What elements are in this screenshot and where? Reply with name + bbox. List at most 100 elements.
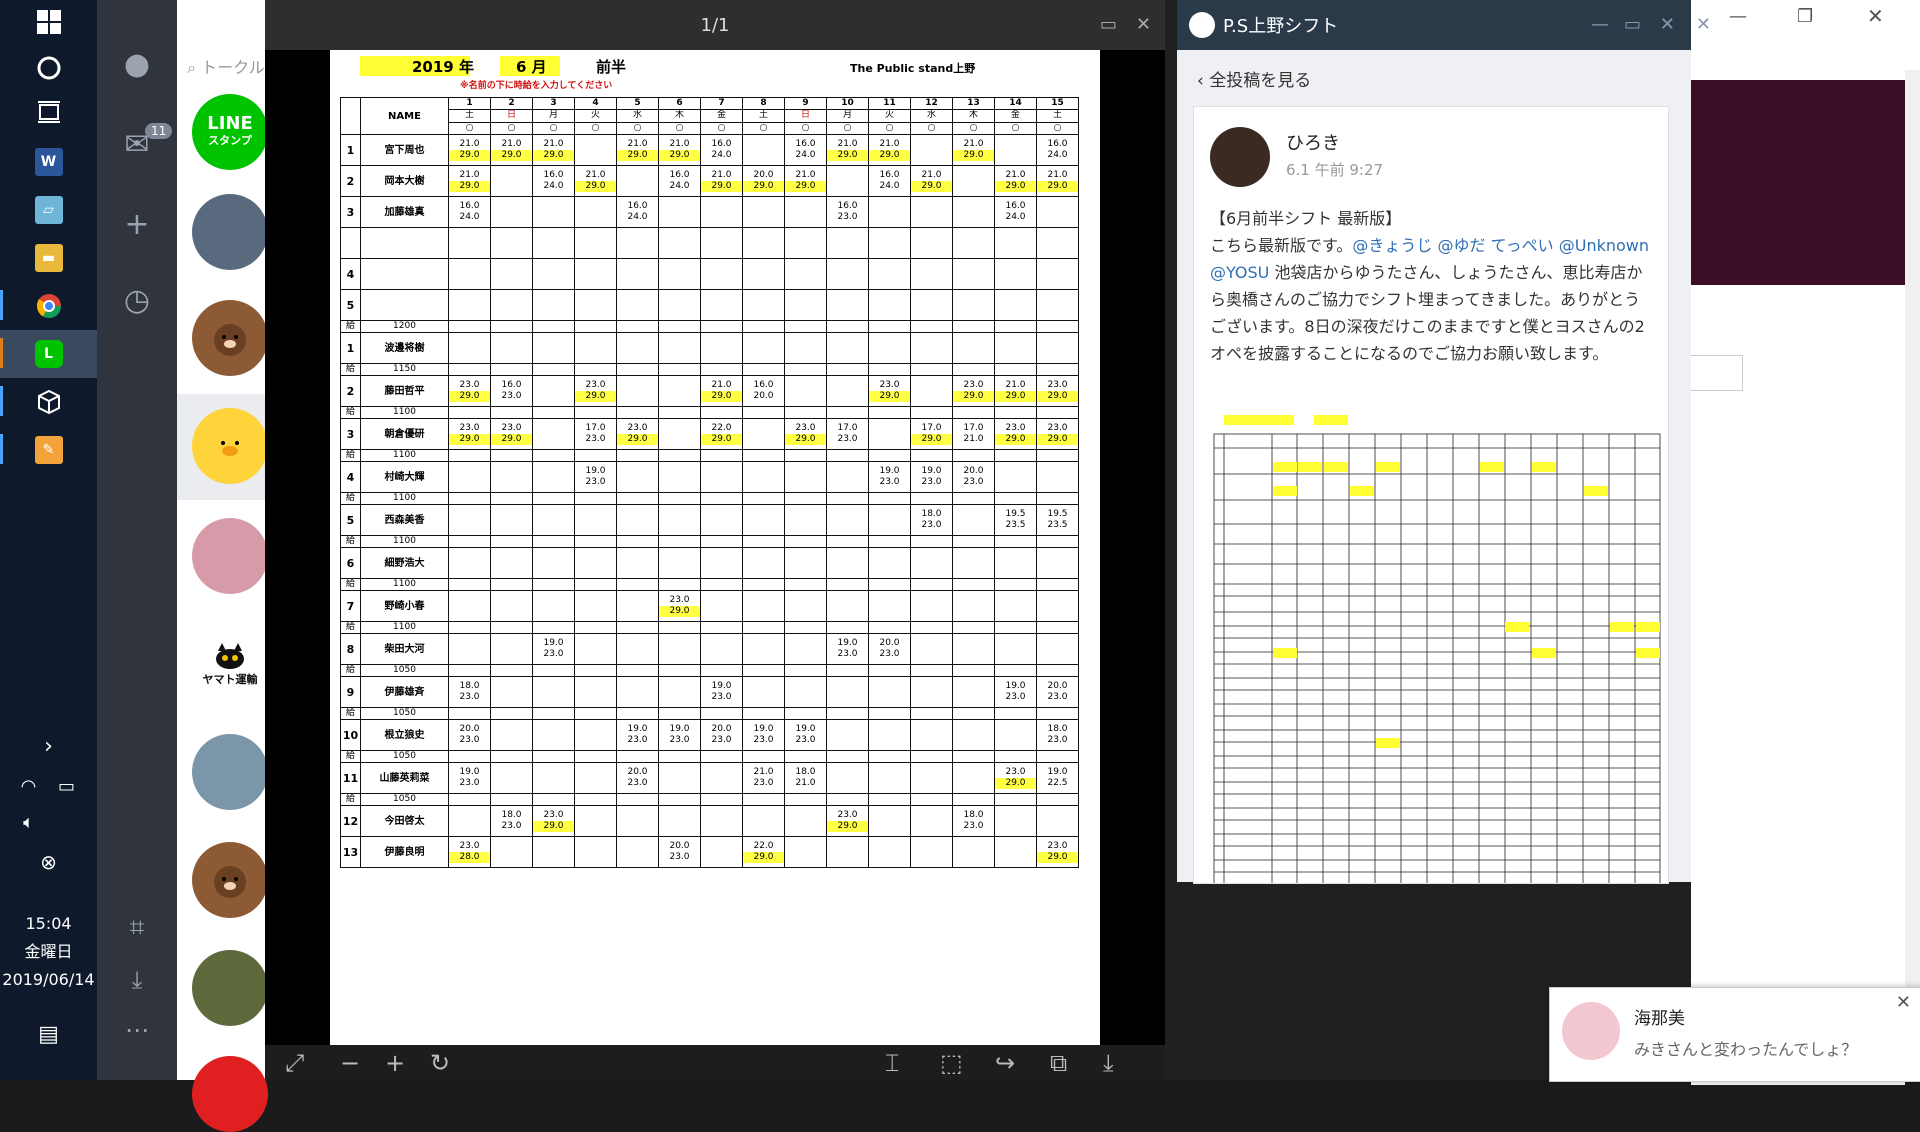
- mention-link[interactable]: @ゆだ てっぺい: [1438, 236, 1554, 255]
- more-icon[interactable]: ⋯: [97, 1000, 177, 1060]
- shift-start: 21.0: [1005, 380, 1026, 390]
- download-icon[interactable]: ⤓: [1103, 1049, 1114, 1077]
- system-clock[interactable]: 15:04 金曜日 2019/06/14: [0, 910, 97, 994]
- chevron-right-icon[interactable]: ›: [0, 724, 97, 768]
- chat-avatar-stadium[interactable]: [192, 734, 268, 810]
- wage-blank-cell: [826, 793, 869, 806]
- 3d-cube-icon[interactable]: [0, 380, 97, 424]
- shift-cell: [910, 134, 953, 166]
- chat-avatar-sally[interactable]: [192, 408, 268, 484]
- shift-end: 28.0: [449, 852, 490, 863]
- close-icon[interactable]: ✕: [1136, 14, 1151, 35]
- shift-cell: [952, 719, 995, 751]
- chrome-icon[interactable]: [0, 284, 97, 328]
- chat-avatar-bear[interactable]: [192, 300, 268, 376]
- expand-icon[interactable]: ⤢: [285, 1049, 304, 1077]
- shift-cell: [868, 289, 911, 321]
- minimize-icon[interactable]: —: [1591, 14, 1609, 35]
- file-explorer-icon[interactable]: ▬: [0, 236, 97, 280]
- capture-icon[interactable]: ⬚: [940, 1049, 963, 1077]
- close-icon[interactable]: ✕: [1660, 14, 1675, 35]
- task-view-icon[interactable]: [0, 90, 97, 134]
- wage-blank-cell: [952, 707, 995, 720]
- maximize-icon[interactable]: ▭: [1100, 14, 1117, 35]
- screenshot-icon[interactable]: ⌗: [97, 898, 177, 958]
- chat-avatar-girls[interactable]: [192, 518, 268, 594]
- text-scan-icon[interactable]: ⌶: [885, 1049, 899, 1077]
- shift-cell: [784, 504, 827, 536]
- add-friend-icon[interactable]: +: [97, 194, 177, 254]
- wage-blank-cell: [700, 320, 743, 333]
- wage-tag: 給: [340, 707, 361, 720]
- shift-cell: 23.0 29.0: [1036, 418, 1079, 450]
- shift-cell: [700, 590, 743, 622]
- day-number: 7: [700, 96, 743, 111]
- chat-avatar-red[interactable]: [192, 1056, 268, 1132]
- action-center-icon[interactable]: ▤: [0, 1012, 97, 1056]
- unread-badge: 11: [145, 123, 173, 139]
- shift-end: 29.0: [701, 434, 742, 445]
- post-attached-image[interactable]: [1210, 412, 1665, 883]
- word-app-icon[interactable]: W: [0, 140, 97, 184]
- row-number: 3: [340, 418, 361, 450]
- yamato-avatar[interactable]: ヤマト運輸: [192, 626, 268, 702]
- post-author[interactable]: ひろき: [1286, 129, 1340, 155]
- chat-avatar-animals[interactable]: [192, 950, 268, 1026]
- outer-close-icon[interactable]: ✕: [1696, 14, 1711, 35]
- shift-end: 29.0: [995, 434, 1036, 445]
- shift-end: 29.0: [1037, 391, 1078, 402]
- mention-link[interactable]: @YOSU: [1210, 263, 1269, 282]
- close-icon[interactable]: ✕: [1896, 992, 1911, 1013]
- tablet-app-icon[interactable]: ▱: [0, 188, 97, 232]
- shift-end: 23.0: [459, 778, 480, 788]
- author-avatar[interactable]: [1210, 127, 1270, 187]
- line-stamp-bottom: スタンプ: [208, 134, 252, 147]
- shift-end: 23.0: [1047, 692, 1068, 702]
- mention-link[interactable]: @きょうじ: [1352, 236, 1432, 255]
- shift-cell: [616, 289, 659, 321]
- wage-blank-cell: [616, 578, 659, 591]
- shift-cell: 21.0 29.0: [658, 134, 701, 166]
- post-time: 6.1 午前 9:27: [1286, 161, 1384, 179]
- friends-icon[interactable]: ●: [97, 34, 177, 94]
- shift-cell: [952, 289, 995, 321]
- day-number: 10: [826, 96, 869, 111]
- row-number: 1: [340, 332, 361, 364]
- shift-end: 23.0: [753, 735, 774, 745]
- shift-cell: [574, 504, 617, 536]
- wage-blank-cell: [658, 363, 701, 376]
- rotate-icon[interactable]: ↻: [430, 1049, 450, 1077]
- line-app-icon[interactable]: L: [0, 330, 97, 378]
- browser-scrollbar[interactable]: [1905, 70, 1920, 1080]
- share-icon[interactable]: ↪: [995, 1049, 1015, 1077]
- copy-icon[interactable]: ⧉: [1050, 1049, 1067, 1077]
- zoom-in-icon[interactable]: +: [385, 1049, 405, 1077]
- paint-app-icon[interactable]: ✎: [0, 428, 97, 472]
- chat-avatar-street[interactable]: [192, 194, 268, 270]
- browser-restore-icon[interactable]: ❐: [1797, 6, 1813, 27]
- message-notification[interactable]: 海那美 みきさんと変わったんでしょ？ ✕: [1549, 987, 1920, 1082]
- wage-blank-cell: [574, 793, 617, 806]
- zoom-out-icon[interactable]: −: [340, 1049, 360, 1077]
- row-number: 2: [340, 375, 361, 407]
- mention-link[interactable]: @Unknown: [1559, 236, 1649, 255]
- search-input[interactable]: ⌕ トークル: [187, 54, 265, 78]
- browser-close-icon[interactable]: ✕: [1867, 4, 1884, 28]
- browser-minimize-icon[interactable]: —: [1729, 6, 1747, 27]
- cortana-icon[interactable]: [0, 46, 97, 90]
- shift-cell: 16.0 24.0: [1036, 134, 1079, 166]
- wage-blank-cell: [658, 535, 701, 548]
- chat-avatar-bear-2[interactable]: [192, 842, 268, 918]
- line-stamp-top: LINE: [207, 113, 253, 134]
- close-circle-icon[interactable]: ⊗: [0, 840, 97, 884]
- windows-start-icon[interactable]: [0, 0, 97, 44]
- staff-name: [360, 289, 449, 321]
- volume-muted-icon[interactable]: 🔈︎: [0, 800, 77, 844]
- wage-blank-cell: [616, 535, 659, 548]
- history-clock-icon[interactable]: ◷: [97, 270, 177, 330]
- weekday-cell: 土: [1036, 109, 1079, 123]
- back-to-posts-link[interactable]: ‹ 全投稿を見る: [1197, 66, 1311, 91]
- maximize-icon[interactable]: ▭: [1624, 14, 1641, 35]
- wage-blank-cell: [490, 449, 533, 462]
- line-stamp-avatar[interactable]: LINE スタンプ: [192, 94, 268, 170]
